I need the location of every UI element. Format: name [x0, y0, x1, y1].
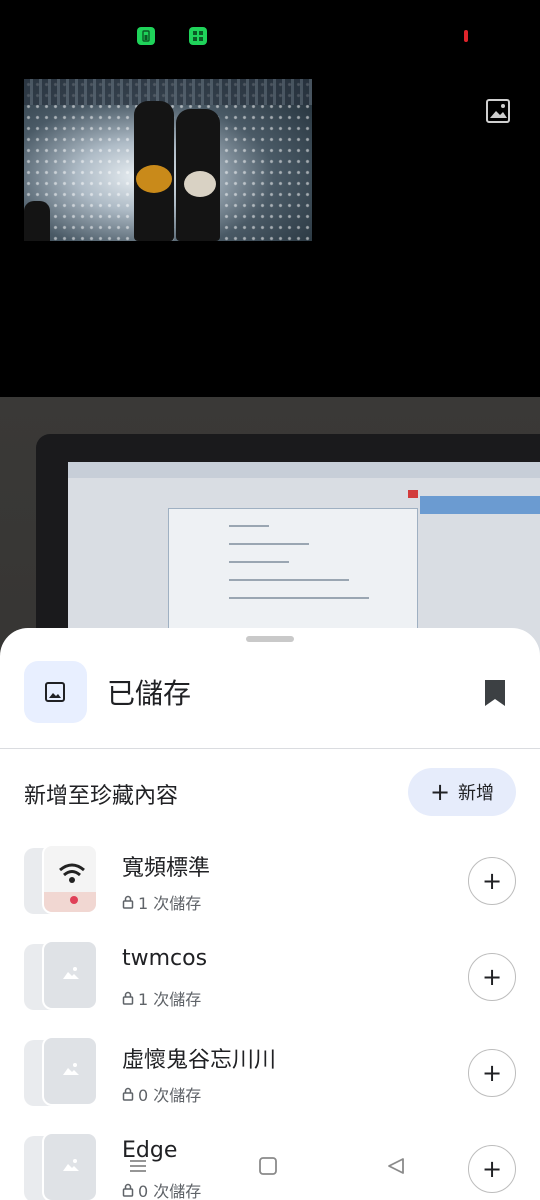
- screen: 已儲存 新增至珍藏內容 + 新增 寬頻標準 1 次儲存 + twmcos 1 次…: [0, 0, 540, 1200]
- text-line: [229, 543, 309, 545]
- text-line: [229, 561, 289, 563]
- menu-icon[interactable]: [128, 1156, 148, 1180]
- image-search-icon[interactable]: [483, 96, 513, 126]
- collection-row[interactable]: 寬頻標準 1 次儲存 +: [0, 832, 540, 928]
- image-placeholder-icon: [63, 1063, 79, 1075]
- image-icon: [45, 682, 65, 702]
- collection-name: 虛懷鬼谷忘川川: [122, 1048, 277, 1073]
- back-icon[interactable]: [386, 1156, 406, 1180]
- save-count-text: 1 次儲存: [138, 990, 202, 1009]
- collection-save-count: 1 次儲存: [122, 986, 201, 1010]
- new-collection-button[interactable]: + 新增: [408, 768, 516, 816]
- drummer: [24, 201, 50, 241]
- text-line: [229, 579, 349, 581]
- save-count-text: 1 次儲存: [138, 894, 202, 913]
- lock-icon: [122, 1087, 134, 1101]
- saved-bottom-sheet: 已儲存 新增至珍藏內容 + 新增 寬頻標準 1 次儲存 + twmcos 1 次…: [0, 628, 540, 1200]
- stage-rig: [24, 79, 312, 105]
- window-blue-bar: [420, 496, 540, 514]
- recording-indicator: [464, 30, 468, 42]
- video-thumbnail[interactable]: [24, 79, 312, 241]
- add-to-collection-button[interactable]: +: [468, 1049, 516, 1097]
- wifi-photo-thumbnail: [42, 844, 98, 914]
- add-to-collection-button[interactable]: +: [468, 857, 516, 905]
- collection-save-count: 0 次儲存: [122, 1082, 201, 1106]
- status-bar: [0, 0, 540, 70]
- collection-name: twmcos: [122, 946, 208, 971]
- collection-thumbnail: [24, 1036, 100, 1108]
- text-line: [229, 597, 369, 599]
- collection-save-count: 1 次儲存: [122, 890, 201, 914]
- window-close-mark: [408, 490, 418, 498]
- placeholder-thumbnail: [42, 940, 98, 1010]
- section-title: 新增至珍藏內容: [24, 784, 179, 809]
- divider: [0, 748, 540, 749]
- collection-row[interactable]: twmcos 1 次儲存 +: [0, 928, 540, 1024]
- add-to-collection-button[interactable]: +: [468, 953, 516, 1001]
- new-button-label: 新增: [458, 783, 495, 804]
- lock-icon: [122, 991, 134, 1005]
- saved-title: 已儲存: [107, 677, 192, 710]
- save-count-text: 0 次儲存: [138, 1086, 202, 1105]
- plus-icon: +: [429, 778, 451, 806]
- window-titlebar: [68, 462, 540, 478]
- home-icon[interactable]: [258, 1156, 278, 1180]
- lock-icon: [122, 895, 134, 909]
- collection-thumbnail: [24, 940, 100, 1012]
- grid-icon: [189, 27, 207, 45]
- collection-name: 寬頻標準: [122, 856, 211, 881]
- placeholder-thumbnail: [42, 1036, 98, 1106]
- collection-row[interactable]: 虛懷鬼谷忘川川 0 次儲存 +: [0, 1024, 540, 1120]
- plus-icon: +: [481, 867, 503, 895]
- collection-thumbnail: [24, 844, 100, 916]
- battery-saver-icon: [137, 27, 155, 45]
- guitar-right: [184, 171, 216, 197]
- guitar-left: [136, 165, 172, 193]
- image-placeholder-icon: [63, 967, 79, 979]
- plus-icon: +: [481, 1059, 503, 1087]
- bookmark-icon[interactable]: [482, 678, 508, 712]
- navigation-bar: [0, 1148, 540, 1200]
- saved-image-tile: [24, 661, 87, 723]
- text-line: [229, 525, 269, 527]
- drag-handle[interactable]: [246, 636, 294, 642]
- plus-icon: +: [481, 963, 503, 991]
